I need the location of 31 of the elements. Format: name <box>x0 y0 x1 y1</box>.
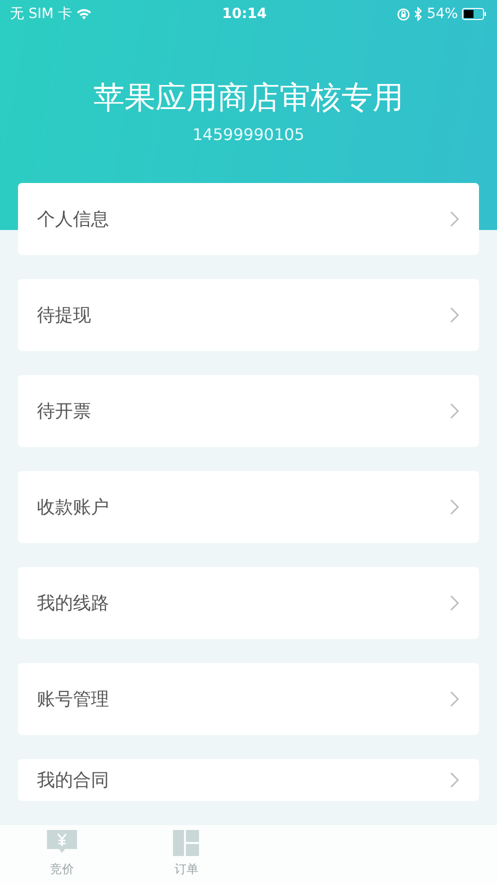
chevron-icon <box>450 403 459 419</box>
menu-label: 我的线路 <box>37 592 109 616</box>
menu-card[interactable]: 我的线路 <box>18 567 479 639</box>
menu-card[interactable]: 待开票 <box>18 375 479 447</box>
wifi-icon <box>76 8 92 20</box>
time-text: 10:14 <box>222 4 267 24</box>
phone-number: 14599990105 <box>192 124 306 146</box>
menu-card[interactable]: 我的合同 <box>18 759 479 801</box>
rotation-lock-icon <box>396 8 410 20</box>
menu-card[interactable]: 个人信息 <box>18 183 479 255</box>
menu-card[interactable]: 收款账户 <box>18 471 479 543</box>
layout-icon <box>173 830 200 856</box>
chevron-icon <box>450 595 459 611</box>
battery-text: 54% <box>426 4 458 24</box>
chevron-icon <box>450 499 459 515</box>
carrier-text: 无 SIM 卡 <box>10 4 72 24</box>
menu-card[interactable]: 账号管理 <box>18 663 479 735</box>
chevron-icon <box>450 211 459 227</box>
bluetooth-icon <box>414 7 423 21</box>
menu-label: 待提现 <box>37 304 91 328</box>
menu-label: 账号管理 <box>37 688 109 712</box>
battery-icon <box>462 8 487 20</box>
menu-label: 待开票 <box>37 400 91 424</box>
menu-card[interactable]: 待提现 <box>18 279 479 351</box>
chevron-icon <box>450 772 459 788</box>
menu-label: 我的合同 <box>37 768 109 792</box>
menu-label: 个人信息 <box>37 208 109 232</box>
chevron-icon <box>450 691 459 707</box>
chevron-icon <box>450 307 459 323</box>
menu-label: 收款账户 <box>37 496 109 520</box>
profile-name: 苹果应用商店审核专用 <box>92 80 404 118</box>
